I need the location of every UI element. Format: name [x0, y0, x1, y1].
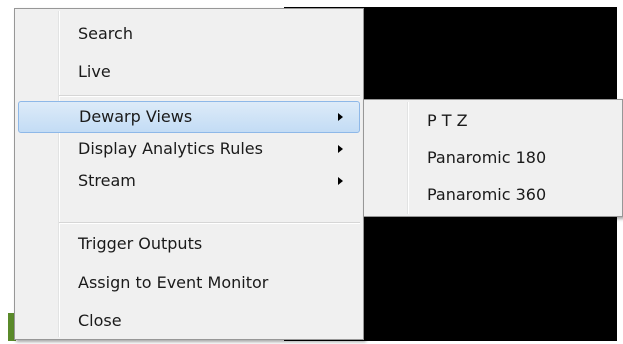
- menu-item-label: Close: [78, 311, 122, 330]
- menu-item-label: Assign to Event Monitor: [78, 273, 269, 292]
- menu-item-label: Dewarp Views: [79, 107, 193, 126]
- chevron-right-icon: [338, 177, 343, 185]
- context-menu: Search Live Dewarp Views Display Analyti…: [14, 8, 364, 340]
- menu-item-close[interactable]: Close: [18, 305, 360, 337]
- submenu-item-label: P T Z: [427, 111, 468, 130]
- menu-item-trigger-outputs[interactable]: Trigger Outputs: [18, 228, 360, 260]
- dewarp-views-submenu: P T Z Panaromic 180 Panaromic 360: [363, 99, 623, 217]
- menu-item-label: Live: [78, 62, 111, 81]
- submenu-item-label: Panaromic 360: [427, 185, 547, 204]
- menu-item-label: Display Analytics Rules: [78, 139, 263, 158]
- menu-item-label: Trigger Outputs: [78, 234, 203, 253]
- menu-item-display-analytics-rules[interactable]: Display Analytics Rules: [18, 133, 360, 165]
- menu-item-search[interactable]: Search: [18, 18, 360, 50]
- menu-item-label: Search: [78, 24, 133, 43]
- submenu-item-ptz[interactable]: P T Z: [367, 104, 619, 138]
- menu-separator: [59, 222, 360, 224]
- menu-item-label: Stream: [78, 171, 136, 190]
- menu-item-assign-to-event-monitor[interactable]: Assign to Event Monitor: [18, 267, 360, 299]
- submenu-item-panaromic-180[interactable]: Panaromic 180: [367, 141, 619, 175]
- menu-item-live[interactable]: Live: [18, 56, 360, 88]
- chevron-right-icon: [338, 113, 343, 121]
- menu-item-dewarp-views[interactable]: Dewarp Views: [18, 101, 360, 133]
- chevron-right-icon: [338, 145, 343, 153]
- menu-separator: [59, 95, 360, 97]
- submenu-item-label: Panaromic 180: [427, 148, 547, 167]
- menu-item-stream[interactable]: Stream: [18, 165, 360, 197]
- submenu-item-panaromic-360[interactable]: Panaromic 360: [367, 178, 619, 212]
